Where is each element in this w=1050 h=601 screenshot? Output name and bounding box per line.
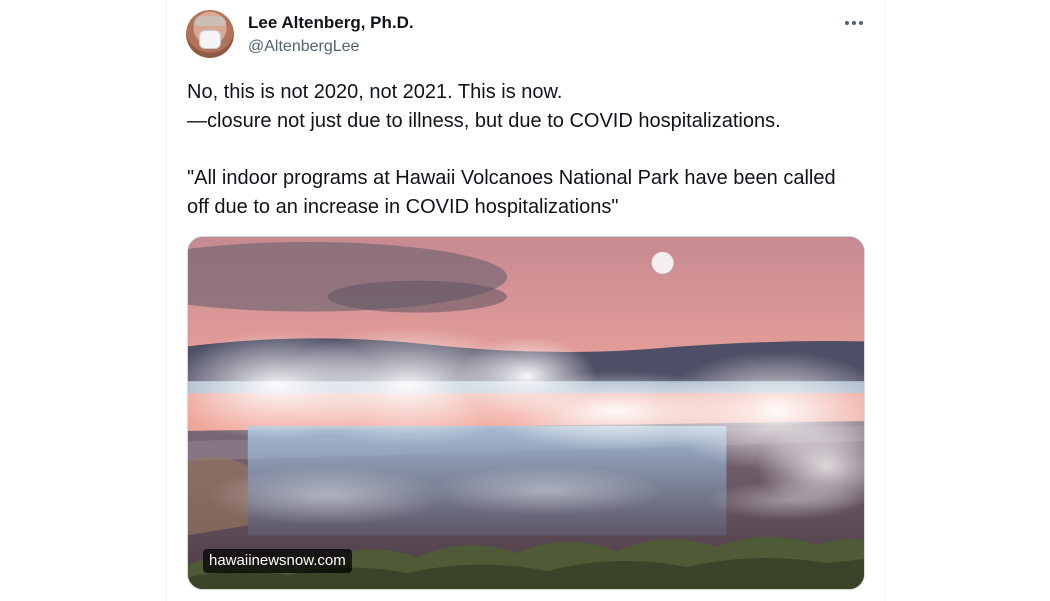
author-handle[interactable]: @AltenbergLee [248, 38, 359, 56]
tweet-line: off due to an increase in COVID hospital… [187, 195, 619, 218]
avatar-mask [199, 30, 221, 49]
tweet-text: No, this is not 2020, not 2021. This is … [187, 78, 877, 221]
tweet-line-gap [187, 135, 877, 164]
more-dot [859, 21, 863, 25]
tweet-line: No, this is not 2020, not 2021. This is … [187, 81, 563, 103]
more-horizontal-icon [845, 21, 849, 25]
avatar-hair [194, 16, 226, 26]
more-options-button[interactable] [840, 10, 868, 36]
tweet-line: "All indoor programs at Hawaii Volcanoes… [187, 167, 836, 189]
tweet-line: —closure not just due to illness, but du… [187, 109, 781, 132]
volcano-photo [188, 237, 864, 589]
more-dot [852, 21, 856, 25]
author-name[interactable]: Lee Altenberg, Ph.D. [248, 13, 414, 33]
media-source-label[interactable]: hawaiinewsnow.com [203, 549, 352, 573]
avatar[interactable] [186, 10, 234, 58]
tweet-image[interactable]: hawaiinewsnow.com [187, 236, 865, 590]
